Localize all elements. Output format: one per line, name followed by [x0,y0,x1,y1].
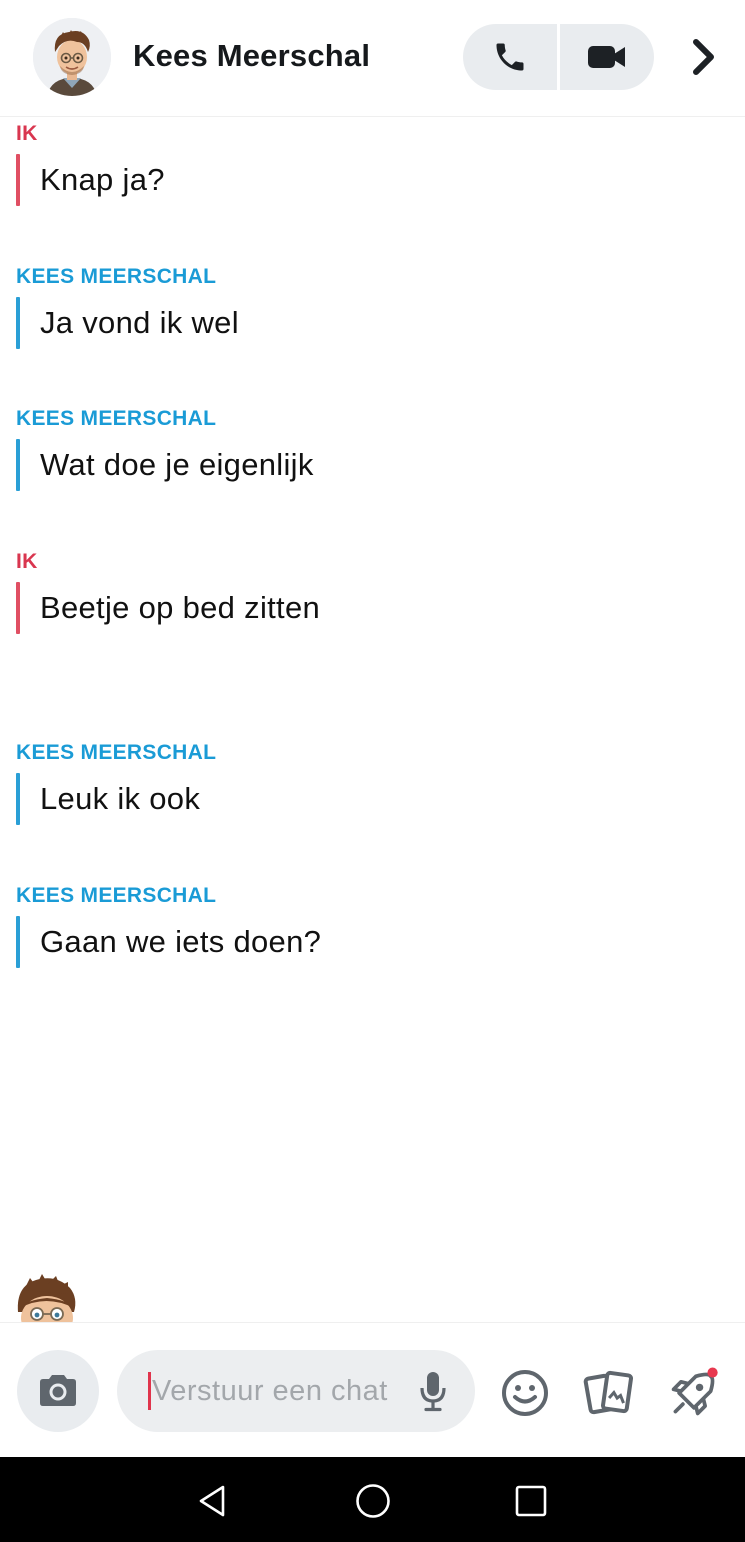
notification-dot [707,1367,718,1378]
system-navigation-bar [0,1457,745,1542]
message-text: Gaan we iets doen? [40,924,322,959]
message-body[interactable]: Gaan we iets doen? [16,916,716,968]
nav-home-button[interactable] [353,1481,393,1521]
rocket-icon [671,1367,718,1416]
nav-recents-button[interactable] [511,1481,551,1521]
nav-back-button[interactable] [193,1481,233,1521]
message-body[interactable]: Knap ja? [16,154,716,206]
chevron-right-button[interactable] [684,32,724,82]
home-circle-icon [356,1484,390,1518]
presence-bitmoji [10,1272,84,1322]
message-bar [16,439,20,491]
chat-header: Kees Meerschal [0,0,745,117]
compose-bar: Verstuur een chat [0,1322,745,1457]
video-camera-icon [588,46,625,68]
camera-button[interactable] [17,1350,99,1432]
message-body[interactable]: Ja vond ik wel [16,297,716,349]
bitmoji-peek-icon [17,1274,76,1322]
text-cursor [148,1372,151,1410]
message-bar [16,297,20,349]
back-triangle-icon [199,1485,225,1517]
message-sender: KEES MEERSCHAL [16,265,217,288]
emoji-button[interactable] [499,1367,551,1419]
message-item: KEES MEERSCHAL Ja vond ik wel [16,265,716,349]
message-sender: IK [16,122,38,145]
message-item: IK Beetje op bed zitten [16,550,716,634]
message-bar [16,773,20,825]
message-text: Knap ja? [40,162,165,197]
recents-square-icon [515,1485,547,1517]
memories-cards-button[interactable] [583,1367,635,1419]
bitmoji-avatar-icon [33,18,111,96]
message-bar [16,582,20,634]
message-body[interactable]: Wat doe je eigenlijk [16,439,716,491]
message-item: IK Knap ja? [16,122,716,206]
message-item: KEES MEERSCHAL Leuk ik ook [16,741,716,825]
chevron-right-icon [693,39,714,75]
message-text: Wat doe je eigenlijk [40,447,314,482]
chat-input-placeholder: Verstuur een chat [152,1375,388,1407]
cards-icon [583,1370,634,1415]
games-rocket-button[interactable] [668,1367,720,1419]
message-bar [16,154,20,206]
message-sender: KEES MEERSCHAL [16,884,217,907]
message-text: Ja vond ik wel [40,305,239,340]
smiley-icon [502,1370,548,1416]
contact-name[interactable]: Kees Meerschal [133,38,370,74]
message-text: Beetje op bed zitten [40,590,321,625]
contact-avatar[interactable] [33,18,111,96]
voice-call-button[interactable] [463,24,557,90]
message-body[interactable]: Leuk ik ook [16,773,716,825]
message-sender: KEES MEERSCHAL [16,407,217,430]
message-item: KEES MEERSCHAL Gaan we iets doen? [16,884,716,968]
message-item: KEES MEERSCHAL Wat doe je eigenlijk [16,407,716,491]
camera-icon [40,1375,76,1406]
message-text: Leuk ik ook [40,781,201,816]
phone-icon [496,43,524,71]
message-sender: IK [16,550,38,573]
message-body[interactable]: Beetje op bed zitten [16,582,716,634]
chat-input[interactable]: Verstuur een chat [117,1350,475,1432]
microphone-button[interactable] [415,1368,451,1414]
microphone-icon [420,1372,446,1412]
message-sender: KEES MEERSCHAL [16,741,217,764]
message-bar [16,916,20,968]
video-call-button[interactable] [560,24,654,90]
call-button-group [463,24,654,90]
